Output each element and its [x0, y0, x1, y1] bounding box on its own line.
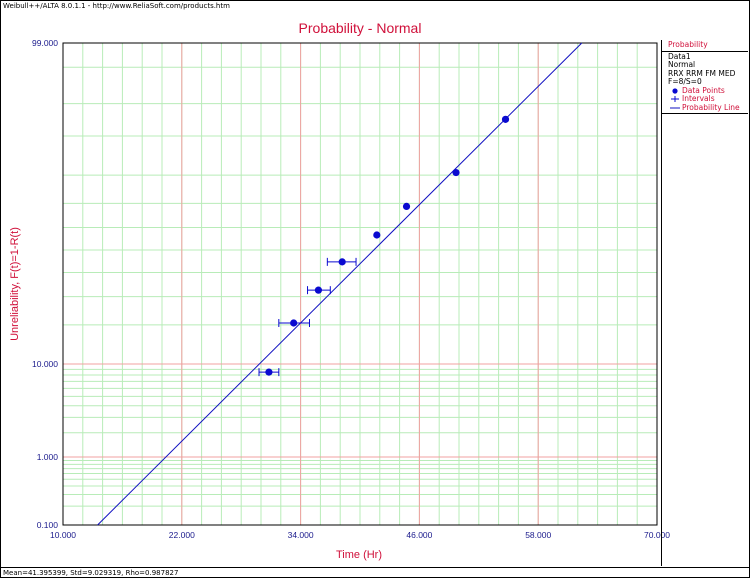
- data-point: [501, 115, 510, 123]
- x-tick-label: 46.000: [406, 530, 432, 540]
- x-tick-label: 22.000: [169, 530, 195, 540]
- probability-plot[interactable]: 10.000 22.000 34.000 46.000 58.000 70.000 0.1…: [0, 0, 750, 578]
- status-bar: Mean=41.395399, Std=9.029319, Rho=0.9878…: [1, 567, 749, 578]
- data-point: [373, 231, 381, 239]
- legend-panel: Probability Data1 Normal RRX RRM FM MED …: [661, 40, 748, 566]
- data-point: [338, 258, 346, 266]
- y-axis-label: Unreliability, F(t)=1-R(t): [9, 227, 21, 341]
- y-tick-label: 0.100: [37, 520, 59, 530]
- fit-line: [97, 42, 583, 526]
- y-tick-label: 10.000: [32, 359, 58, 369]
- chart-title: Probability - Normal: [299, 20, 422, 36]
- x-tick-label: 58.000: [525, 530, 551, 540]
- legend-divider: [662, 113, 748, 114]
- x-tick-labels: 10.000 22.000 34.000 46.000 58.000 70.000: [50, 530, 670, 540]
- line-symbol-icon: [670, 107, 680, 108]
- legend-header: Probability: [668, 40, 708, 49]
- data-point: [402, 202, 411, 210]
- y-tick-labels: 0.100 1.000 10.000 99.000: [32, 38, 58, 530]
- data-point: [314, 286, 323, 294]
- data-point-symbol-icon: [672, 87, 678, 94]
- minor-grid: [62, 43, 658, 525]
- x-tick-label: 34.000: [288, 530, 314, 540]
- y-tick-label: 1.000: [37, 452, 59, 462]
- data-marks: [258, 115, 510, 377]
- data-point: [265, 368, 273, 376]
- legend-item-label: Probability Line: [682, 102, 740, 112]
- legend-item-probability-line: Probability Line: [662, 102, 748, 113]
- x-tick-label: 10.000: [50, 530, 76, 540]
- data-point: [452, 168, 460, 177]
- data-point: [290, 319, 298, 327]
- probability-line: [97, 42, 583, 526]
- x-axis-label: Time (Hr): [336, 549, 382, 561]
- y-tick-label: 99.000: [32, 38, 58, 48]
- interval-symbol-icon: [671, 96, 679, 102]
